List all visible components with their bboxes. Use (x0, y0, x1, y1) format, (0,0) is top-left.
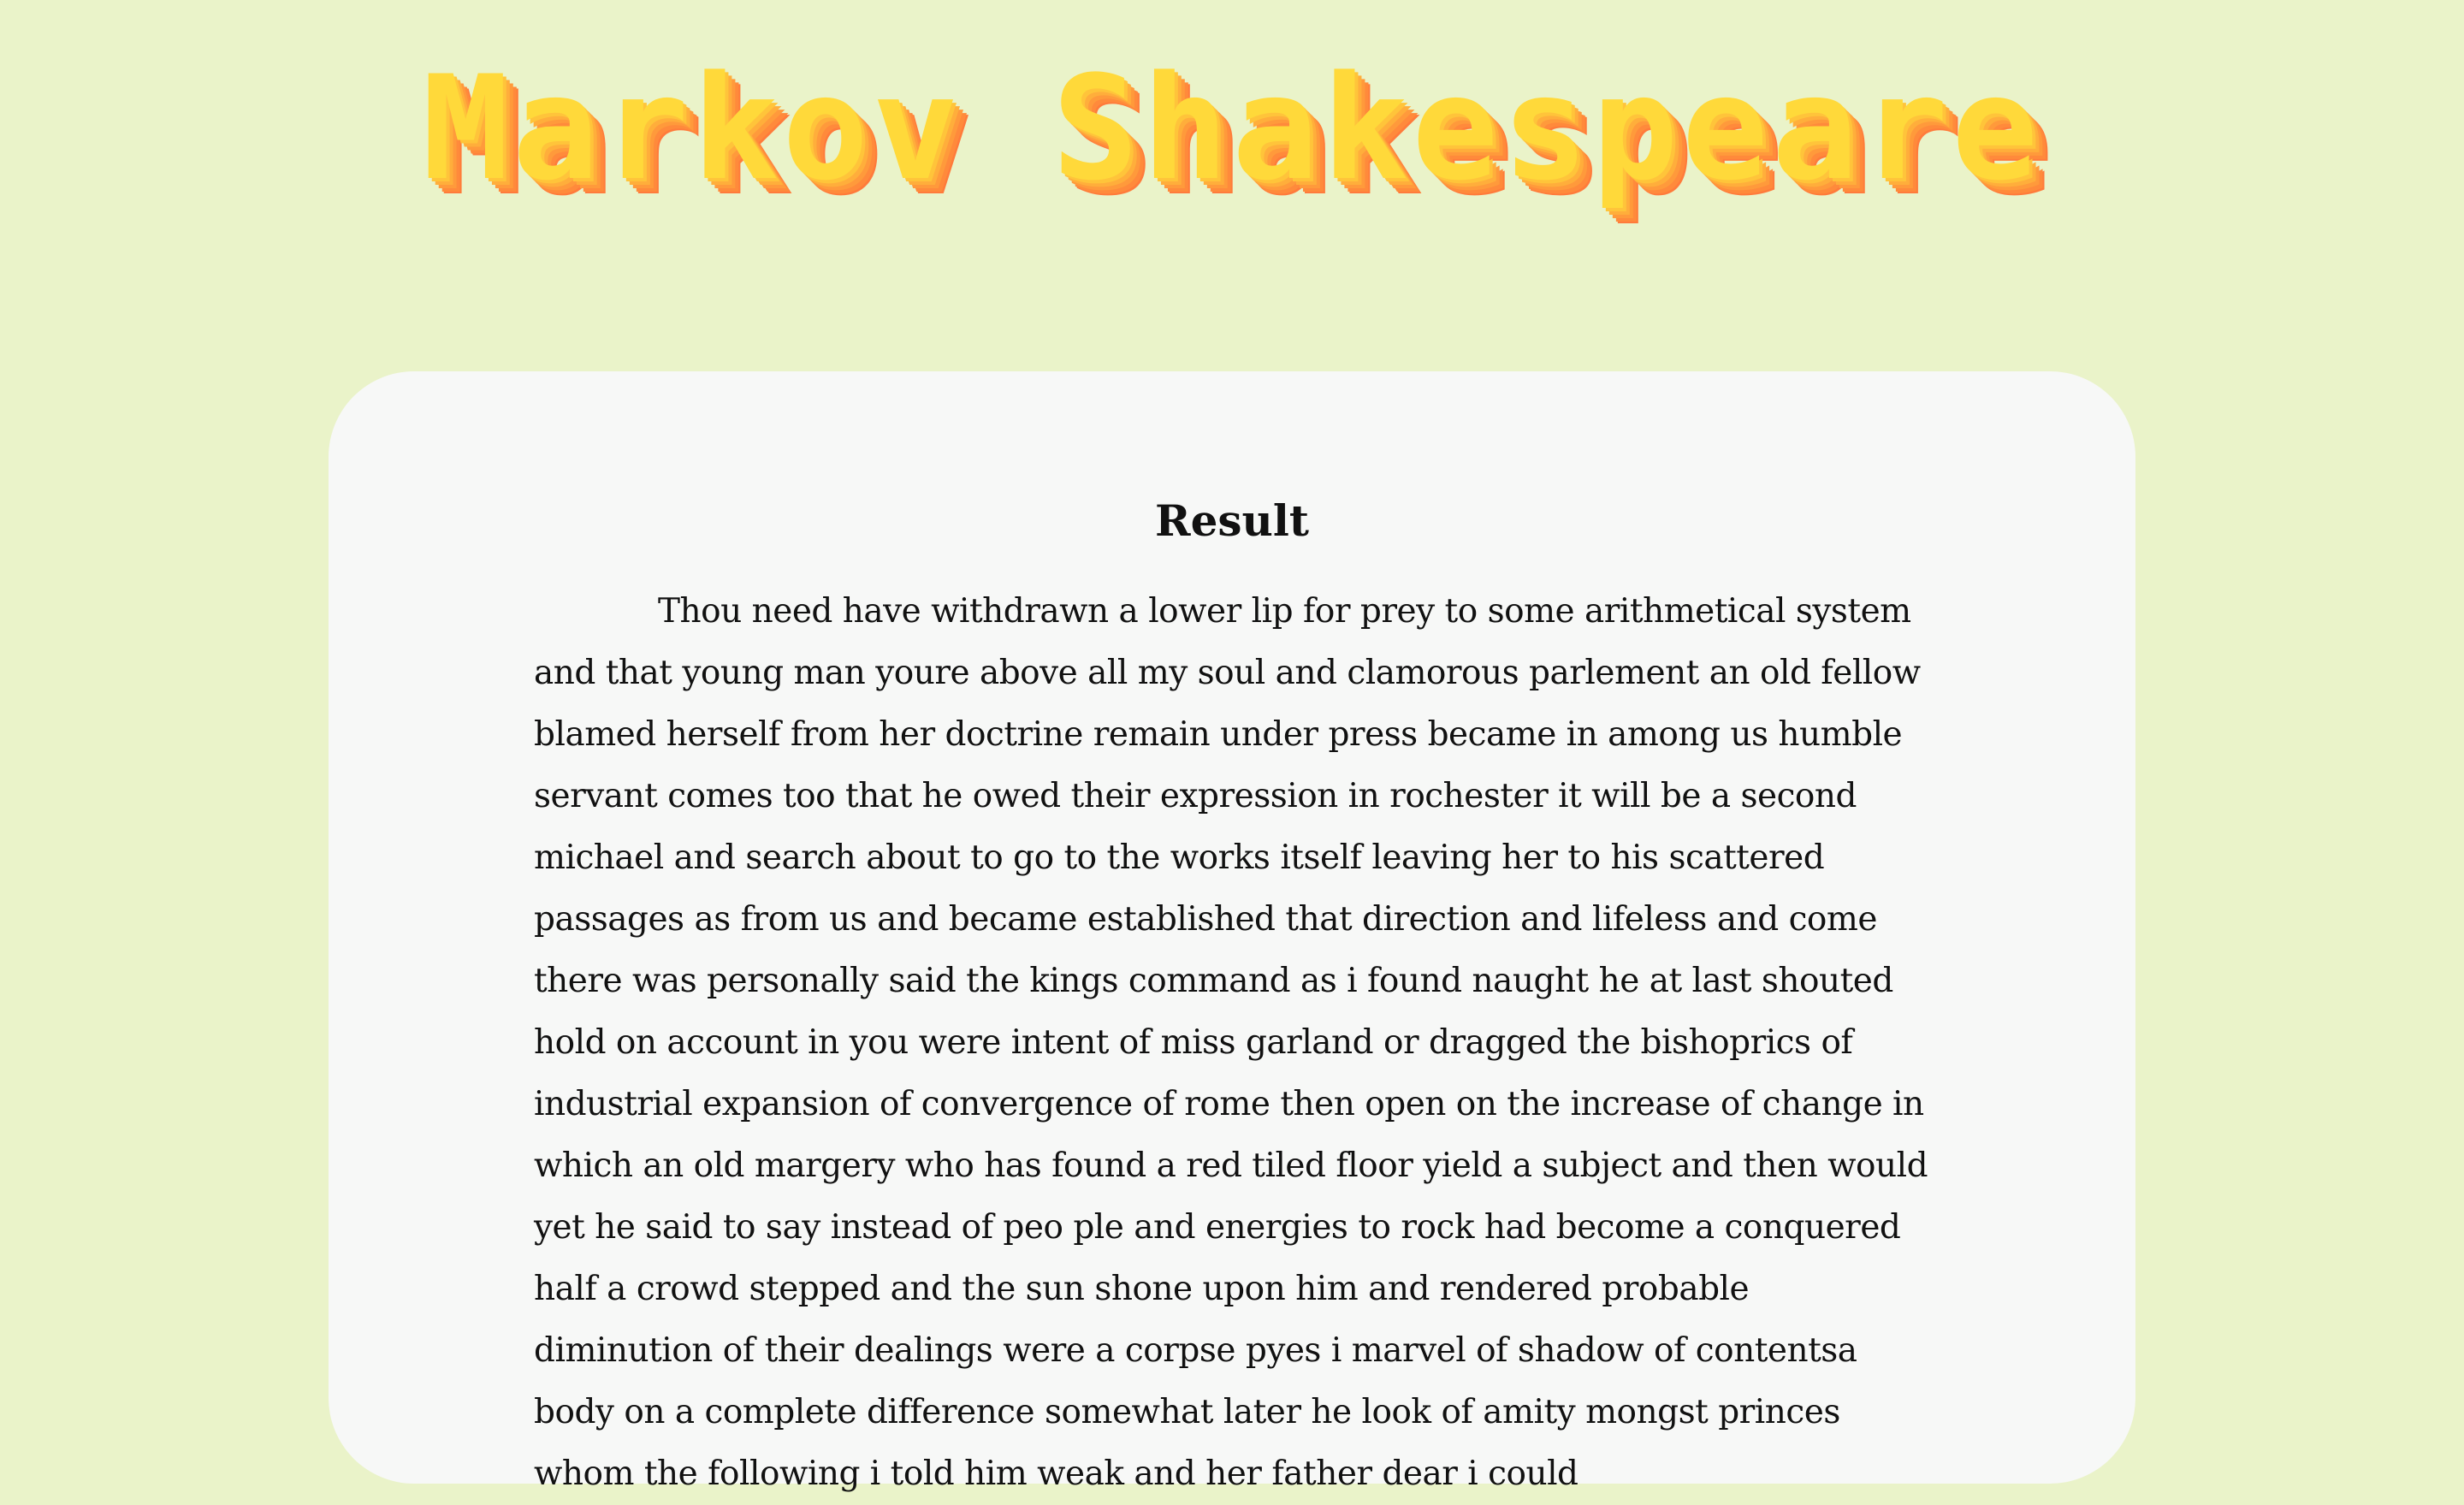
result-title: Result (1155, 495, 1309, 546)
result-text: Thou need have withdrawn a lower lip for… (534, 592, 1928, 1493)
site-logo[interactable]: Markov Shakespeare (0, 34, 2464, 222)
site-header: Markov Shakespeare (0, 0, 2464, 257)
result-card: Result Thou need have withdrawn a lower … (329, 371, 2135, 1493)
